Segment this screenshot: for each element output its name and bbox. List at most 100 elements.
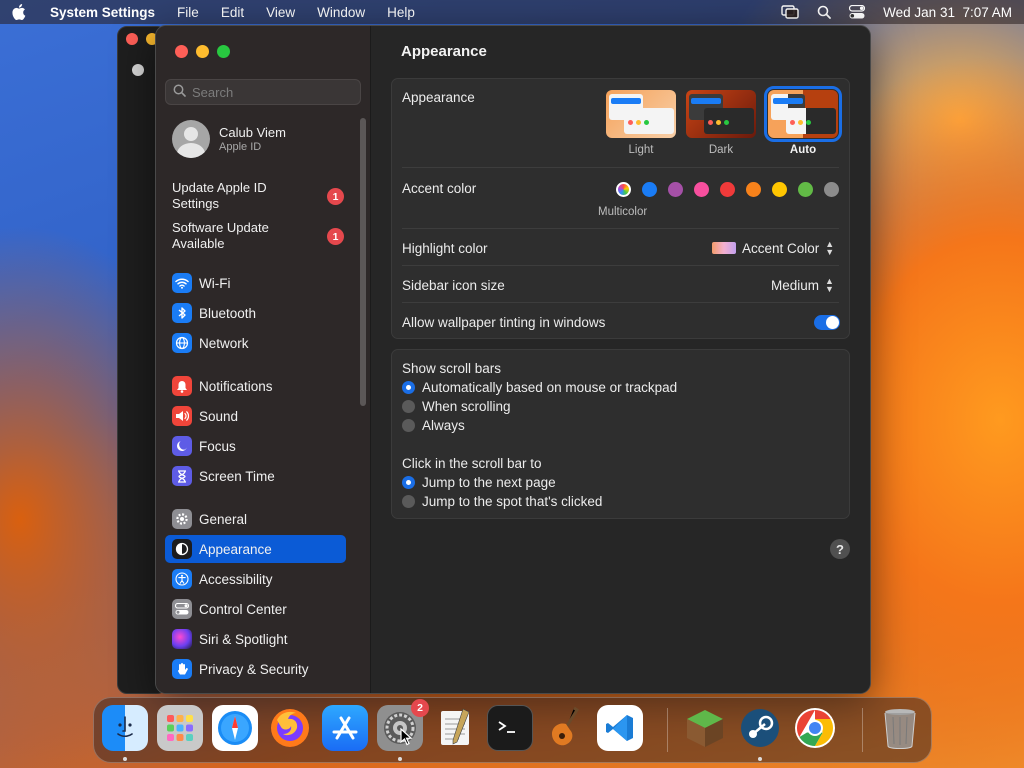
profile-subtitle: Apple ID [219, 141, 262, 153]
jump-spot-clicked-option[interactable]: Jump to the spot that's clicked [402, 494, 602, 509]
trash-dock-icon[interactable] [877, 705, 923, 751]
update-apple-id-settings-item[interactable]: Update Apple ID Settings 1 [172, 180, 344, 212]
radio-label: Jump to the next page [422, 475, 556, 490]
menu-datetime[interactable]: Wed Jan 31 7:07 AM [883, 5, 1012, 20]
textedit-dock-icon[interactable] [432, 705, 478, 751]
safari-dock-icon[interactable] [212, 705, 258, 751]
speaker-icon [172, 406, 192, 426]
moon-icon [172, 436, 192, 456]
accent-color-label: Accent color [402, 181, 477, 196]
sidebar-scrollbar[interactable] [360, 118, 366, 406]
vscode-dock-icon[interactable] [597, 705, 643, 751]
sidebar-item-wifi[interactable]: Wi-Fi [165, 269, 346, 297]
menu-app-name[interactable]: System Settings [50, 5, 155, 20]
accent-multicolor-swatch[interactable] [616, 182, 631, 197]
sidebar-item-bluetooth[interactable]: Bluetooth [165, 299, 346, 327]
jump-next-page-option[interactable]: Jump to the next page [402, 475, 556, 490]
sidebar-item-label: Focus [199, 438, 236, 454]
apple-menu-icon[interactable] [12, 4, 28, 20]
sidebar-item-notifications[interactable]: Notifications [165, 372, 346, 400]
accent-green-swatch[interactable] [798, 182, 813, 197]
appearance-auto-option[interactable] [764, 86, 842, 142]
scroll-bars-when-scrolling-option[interactable]: When scrolling [402, 399, 511, 414]
menu-help[interactable]: Help [387, 5, 415, 20]
help-button[interactable]: ? [830, 539, 850, 559]
scroll-bars-auto-option[interactable]: Automatically based on mouse or trackpad [402, 380, 677, 395]
screen-mirroring-icon[interactable] [781, 5, 799, 19]
finder-dock-icon[interactable] [102, 705, 148, 751]
menu-view[interactable]: View [266, 5, 295, 20]
highlight-color-popup[interactable]: Accent Color ▲ ▼ [712, 239, 835, 257]
software-update-available-item[interactable]: Software Update Available 1 [172, 220, 344, 252]
alert-badge: 1 [327, 188, 344, 205]
sidebar-item-general[interactable]: General [165, 505, 346, 533]
scroll-bars-always-option[interactable]: Always [402, 418, 465, 433]
content-pane: Appearance Appearance Light Dark Auto Ac… [371, 26, 870, 693]
sidebar-item-privacy-security[interactable]: Privacy & Security [165, 655, 346, 683]
bluetooth-icon [172, 303, 192, 323]
sidebar-item-appearance[interactable]: Appearance [165, 535, 346, 563]
firefox-dock-icon[interactable] [267, 705, 313, 751]
bg-window-radio-icon [132, 64, 144, 76]
radio-button[interactable] [402, 419, 415, 432]
accent-pink-swatch[interactable] [694, 182, 709, 197]
app-store-dock-icon[interactable] [322, 705, 368, 751]
search-input[interactable] [192, 84, 352, 100]
chevron-updown-icon: ▲ ▼ [825, 239, 835, 257]
highlight-color-value: Accent Color [742, 240, 820, 256]
accent-yellow-swatch[interactable] [772, 182, 787, 197]
sidebar-item-siri-spotlight[interactable]: Siri & Spotlight [165, 625, 346, 653]
sidebar-item-label: Network [199, 335, 249, 351]
appearance-auto-label: Auto [789, 144, 817, 156]
appearance-dark-option[interactable] [686, 90, 756, 138]
radio-button[interactable] [402, 495, 415, 508]
sidebar-item-label: Appearance [199, 541, 272, 557]
sidebar-icon-size-popup[interactable]: Medium ▲ ▼ [771, 277, 834, 294]
bg-window-close-button[interactable] [126, 33, 138, 45]
accent-blue-swatch[interactable] [642, 182, 657, 197]
radio-button-selected[interactable] [402, 381, 415, 394]
sidebar-item-screen-time[interactable]: Screen Time [165, 462, 346, 490]
apple-id-profile[interactable]: Calub Viem Apple ID [172, 120, 286, 158]
bell-icon [172, 376, 192, 396]
menu-file[interactable]: File [177, 5, 199, 20]
sidebar-icon-size-value: Medium [771, 277, 820, 293]
running-indicator [123, 757, 127, 761]
divider [402, 302, 839, 303]
accent-graphite-swatch[interactable] [824, 182, 839, 197]
dark-preview-dot [716, 120, 721, 125]
highlight-color-sample [712, 242, 736, 254]
divider [402, 228, 839, 229]
wallpaper-tinting-toggle[interactable] [814, 315, 840, 330]
accent-purple-swatch[interactable] [668, 182, 683, 197]
zoom-button[interactable] [217, 45, 230, 58]
garageband-dock-icon[interactable] [542, 705, 588, 751]
sidebar-item-sound[interactable]: Sound [165, 402, 346, 430]
appearance-light-option[interactable] [606, 90, 676, 138]
radio-button-selected[interactable] [402, 476, 415, 489]
minimize-button[interactable] [196, 45, 209, 58]
steam-dock-icon[interactable] [737, 705, 783, 751]
launchpad-dock-icon[interactable] [157, 705, 203, 751]
menu-edit[interactable]: Edit [221, 5, 244, 20]
close-button[interactable] [175, 45, 188, 58]
control-center-menu-icon[interactable] [849, 5, 866, 19]
minecraft-dock-icon[interactable] [682, 705, 728, 751]
sidebar-item-control-center[interactable]: Control Center [165, 595, 346, 623]
sidebar-item-label: Wi-Fi [199, 275, 231, 291]
chrome-dock-icon[interactable] [792, 705, 838, 751]
alert-label-line1: Software Update [172, 220, 269, 235]
sidebar-item-focus[interactable]: Focus [165, 432, 346, 460]
appearance-icon [172, 539, 192, 559]
spotlight-search-icon[interactable] [817, 5, 832, 19]
search-field[interactable] [165, 79, 361, 105]
sidebar-item-accessibility[interactable]: Accessibility [165, 565, 346, 593]
radio-button[interactable] [402, 400, 415, 413]
accent-red-swatch[interactable] [720, 182, 735, 197]
alert-badge: 1 [327, 228, 344, 245]
accent-orange-swatch[interactable] [746, 182, 761, 197]
terminal-dock-icon[interactable] [487, 705, 533, 751]
appearance-light-label: Light [628, 144, 654, 156]
sidebar-item-network[interactable]: Network [165, 329, 346, 357]
menu-window[interactable]: Window [317, 5, 365, 20]
